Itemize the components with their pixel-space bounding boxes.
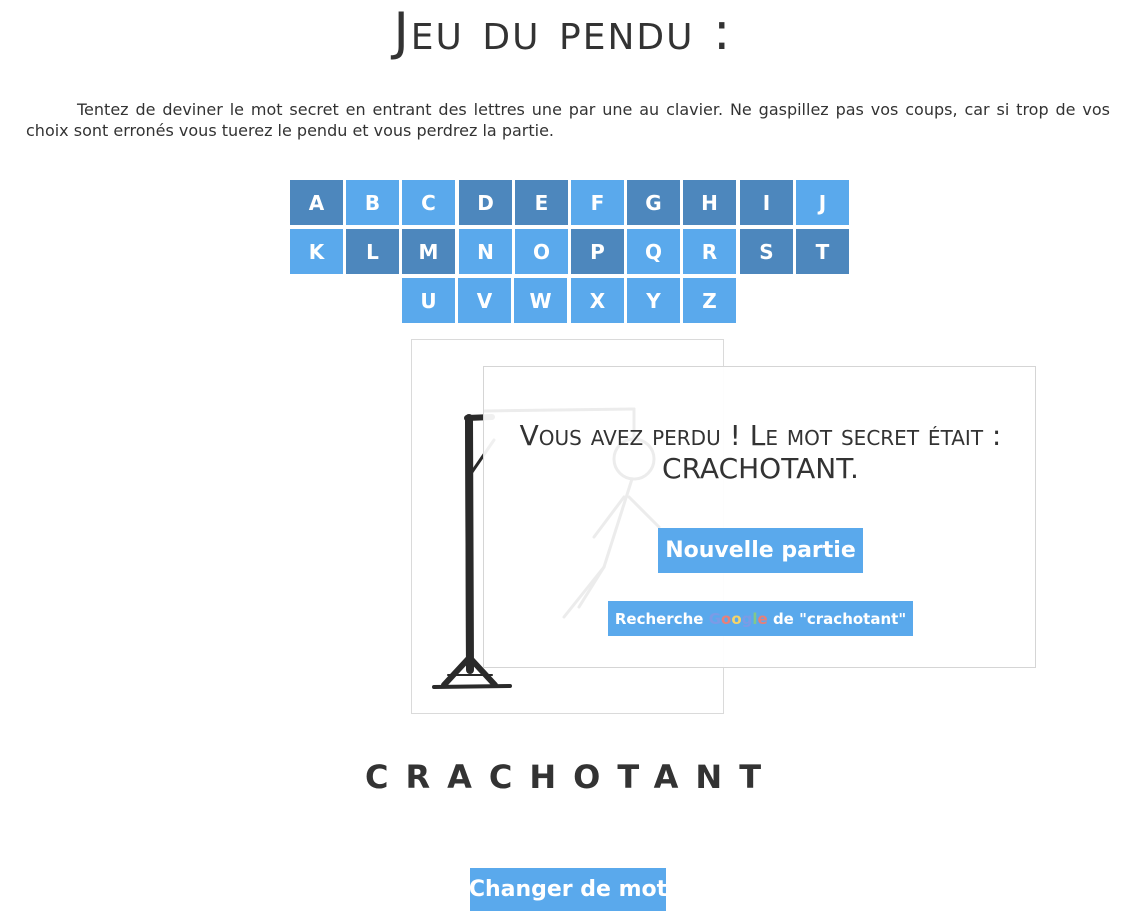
letter-key-e[interactable]: E: [515, 180, 568, 225]
letter-key-r[interactable]: R: [683, 229, 736, 274]
letter-key-l[interactable]: L: [346, 229, 399, 274]
search-prefix-label: Recherche: [614, 609, 709, 628]
letter-key-c[interactable]: C: [402, 180, 455, 225]
change-word-button[interactable]: Changer de mot: [469, 868, 667, 911]
letter-key-x[interactable]: X: [571, 278, 624, 323]
letter-key-y[interactable]: Y: [627, 278, 680, 323]
letter-key-i[interactable]: I: [740, 180, 793, 225]
game-over-message: Vous avez perdu ! Le mot secret était : …: [519, 419, 1002, 485]
letter-key-k[interactable]: K: [290, 229, 343, 274]
game-over-dialog: Vous avez perdu ! Le mot secret était : …: [483, 366, 1036, 668]
keyboard-row: ABCDEFGHIJ: [290, 180, 852, 225]
letter-key-d[interactable]: D: [459, 180, 512, 225]
google-search-button[interactable]: Recherche Google de "crachotant": [608, 601, 913, 636]
keyboard-row: KLMNOPQRST: [290, 229, 852, 274]
page-title: Jeu du pendu :: [393, 2, 733, 62]
letter-key-g[interactable]: G: [627, 180, 680, 225]
letter-key-p[interactable]: P: [571, 229, 624, 274]
keyboard-row: UVWXYZ: [402, 278, 739, 323]
new-game-button[interactable]: Nouvelle partie: [658, 528, 863, 573]
letter-key-s[interactable]: S: [740, 229, 793, 274]
search-suffix-label: de "crachotant": [767, 609, 907, 628]
letter-key-f[interactable]: F: [571, 180, 624, 225]
secret-word-display: CRACHOTANT: [364, 758, 779, 796]
letter-key-n[interactable]: N: [459, 229, 512, 274]
letter-key-w[interactable]: W: [514, 278, 567, 323]
letter-key-o[interactable]: O: [515, 229, 568, 274]
letter-key-h[interactable]: H: [683, 180, 736, 225]
letter-key-m[interactable]: M: [402, 229, 455, 274]
instructions-text: Tentez de deviner le mot secret en entra…: [26, 100, 1110, 140]
letter-key-u[interactable]: U: [402, 278, 455, 323]
letter-key-b[interactable]: B: [346, 180, 399, 225]
letter-key-a[interactable]: A: [290, 180, 343, 225]
google-logo: Google: [708, 609, 768, 628]
letter-key-v[interactable]: V: [458, 278, 511, 323]
letter-key-z[interactable]: Z: [683, 278, 736, 323]
letter-key-j[interactable]: J: [796, 180, 849, 225]
letter-key-t[interactable]: T: [796, 229, 849, 274]
letter-key-q[interactable]: Q: [627, 229, 680, 274]
